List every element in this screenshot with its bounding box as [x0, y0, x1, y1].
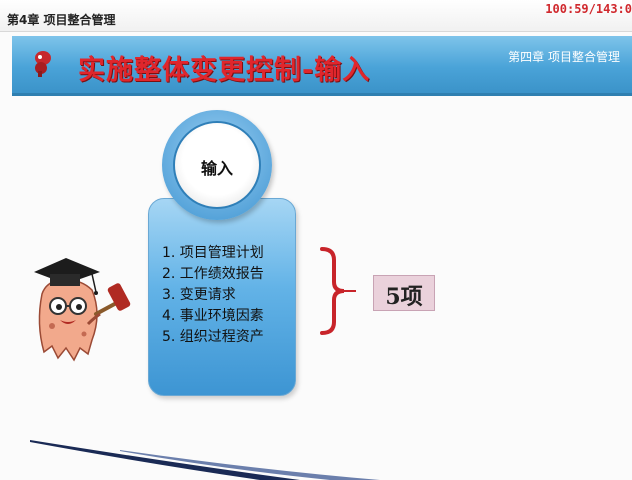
list-item: 1. 项目管理计划 [162, 245, 264, 261]
header-band: 实施整体变更控制-输入 第四章 项目整合管理 [12, 36, 632, 96]
list-item: 3. 变更请求 [162, 287, 236, 303]
list-item: 5. 组织过程资产 [162, 329, 264, 345]
red-figure-icon [35, 51, 51, 77]
slide-counter: 100:59/143:0 [545, 2, 632, 16]
input-circle-label: 输入 [200, 159, 233, 178]
list-item: 4. 事业环境因素 [162, 308, 264, 324]
chapter-bar: 第4章 项目整合管理 100:59/143:0 [0, 0, 632, 32]
header-chapter-label: 第四章 项目整合管理 [508, 50, 620, 64]
list-item: 2. 工作绩效报告 [162, 266, 264, 282]
decorative-swoosh [30, 440, 380, 480]
chapter-title: 第4章 项目整合管理 [7, 13, 116, 27]
inputs-list: 1. 项目管理计划 2. 工作绩效报告 3. 变更请求 4. 事业环境因素 5.… [162, 242, 264, 347]
right-curly-brace-icon [320, 247, 356, 335]
graduate-mascot-icon [34, 258, 131, 362]
slide-title: 实施整体变更控制-输入 [78, 55, 371, 86]
count-label: 5项 [385, 284, 423, 310]
